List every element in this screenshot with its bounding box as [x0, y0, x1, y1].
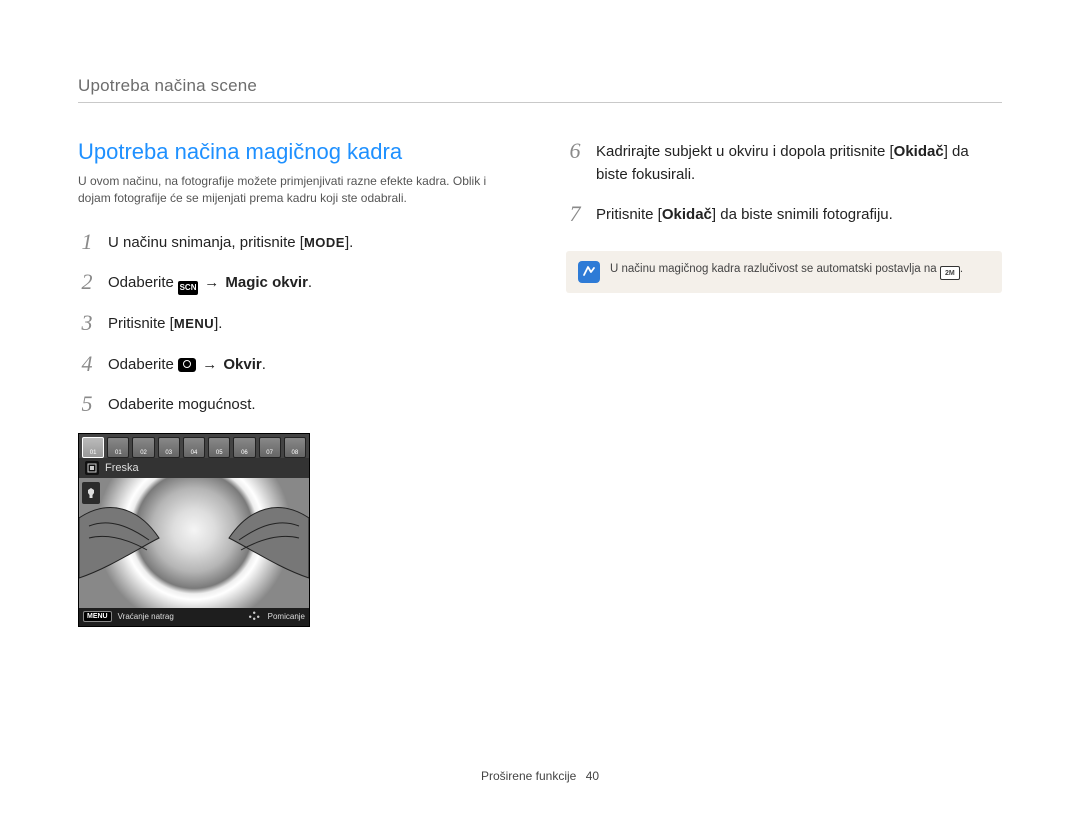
menu-key-small: MENU [83, 611, 112, 622]
step-post: ]. [345, 234, 353, 251]
step-7: 7 Pritisnite [Okidač] da biste snimili f… [566, 202, 1002, 227]
step-bold: Okidač [894, 143, 944, 160]
mode-key: MODE [304, 233, 345, 253]
step-text: Kadrirajte subjekt u okviru i dopola pri… [596, 139, 1002, 186]
page-header: Upotreba načina scene [78, 76, 1002, 111]
step-pre: Pritisnite [ [596, 206, 662, 223]
frame-thumb: 06 [233, 437, 255, 458]
camera-icon [178, 358, 196, 372]
arrow-icon: → [202, 272, 221, 295]
step-5: 5 Odaberite mogućnost. [78, 392, 514, 417]
step-number: 5 [78, 392, 96, 416]
frame-thumb: 02 [132, 437, 154, 458]
step-post: ]. [214, 315, 222, 332]
step-bold: Okvir [223, 356, 261, 373]
step-post: ] da biste snimili fotografiju. [712, 206, 893, 223]
note-box: U načinu magičnog kadra razlučivost se a… [566, 251, 1002, 293]
step-text: Odaberite mogućnost. [108, 392, 514, 417]
footer-section: Proširene funkcije [481, 769, 576, 783]
step-number: 4 [78, 352, 96, 376]
arrow-icon: → [200, 354, 219, 377]
step-pre: Odaberite [108, 356, 178, 373]
menu-key: MENU [174, 314, 214, 334]
frame-thumb-row: 01 01 02 03 04 05 06 07 08 [79, 434, 309, 458]
step-pre: Pritisnite [ [108, 315, 174, 332]
step-number: 6 [566, 139, 584, 163]
frame-label-row: Freska [79, 458, 309, 478]
frame-thumb: 07 [259, 437, 281, 458]
step-text: Odaberite SCN → Magic okvir. [108, 270, 514, 295]
step-bold: Magic okvir [225, 274, 308, 291]
frame-thumb: 03 [158, 437, 180, 458]
frame-preview [79, 478, 309, 608]
camera-status-bar: MENU Vraćanje natrag Pomicanje [79, 608, 309, 626]
note-post: . [960, 263, 963, 275]
frame-thumb: 08 [284, 437, 306, 458]
left-column: Upotreba načina magičnog kadra U ovom na… [78, 139, 514, 627]
frame-effect-icon [85, 461, 99, 475]
note-pre: U načinu magičnog kadra razlučivost se a… [610, 263, 940, 275]
frame-thumb: 04 [183, 437, 205, 458]
section-intro: U ovom načinu, na fotografije možete pri… [78, 173, 514, 208]
step-bold: Okidač [662, 206, 712, 223]
content-columns: Upotreba načina magičnog kadra U ovom na… [78, 139, 1002, 627]
camera-ui-figure: 01 01 02 03 04 05 06 07 08 Freska [78, 433, 310, 627]
stabilization-icon [82, 482, 100, 504]
preview-image [79, 478, 309, 608]
step-number: 3 [78, 311, 96, 335]
section-title: Upotreba načina magičnog kadra [78, 139, 514, 165]
step-pre: Odaberite [108, 274, 178, 291]
page-footer: Proširene funkcije 40 [0, 769, 1080, 783]
step-number: 7 [566, 202, 584, 226]
step-post: . [308, 274, 312, 291]
step-text: Pritisnite [Okidač] da biste snimili fot… [596, 202, 1002, 227]
footer-page: 40 [586, 769, 599, 783]
step-number: 2 [78, 270, 96, 294]
status-move-label: Pomicanje [268, 612, 305, 621]
frame-label: Freska [105, 462, 139, 474]
right-column: 6 Kadrirajte subjekt u okviru i dopola p… [566, 139, 1002, 627]
step-text: Odaberite → Okvir. [108, 352, 514, 377]
info-icon [578, 261, 600, 283]
frame-thumb: 01 [107, 437, 129, 458]
step-pre: Kadrirajte subjekt u okviru i dopola pri… [596, 143, 894, 160]
frame-thumb: 05 [208, 437, 230, 458]
step-3: 3 Pritisnite [MENU]. [78, 311, 514, 336]
header-rule [78, 102, 1002, 103]
nav-icon [250, 611, 262, 623]
resolution-badge: 2M [940, 266, 960, 280]
step-1: 1 U načinu snimanja, pritisnite [MODE]. [78, 230, 514, 255]
step-2: 2 Odaberite SCN → Magic okvir. [78, 270, 514, 295]
status-back-label: Vraćanje natrag [118, 612, 174, 621]
scene-mode-icon: SCN [178, 281, 198, 295]
step-number: 1 [78, 230, 96, 254]
step-text: Pritisnite [MENU]. [108, 311, 514, 336]
step-text: U načinu snimanja, pritisnite [MODE]. [108, 230, 514, 255]
frame-thumb: 01 [82, 437, 104, 458]
step-6: 6 Kadrirajte subjekt u okviru i dopola p… [566, 139, 1002, 186]
step-pre: U načinu snimanja, pritisnite [ [108, 234, 304, 251]
step-4: 4 Odaberite → Okvir. [78, 352, 514, 377]
page: Upotreba načina scene Upotreba načina ma… [0, 0, 1080, 815]
note-text: U načinu magičnog kadra razlučivost se a… [610, 263, 963, 281]
page-header-title: Upotreba načina scene [78, 76, 1002, 96]
step-post: . [262, 356, 266, 373]
